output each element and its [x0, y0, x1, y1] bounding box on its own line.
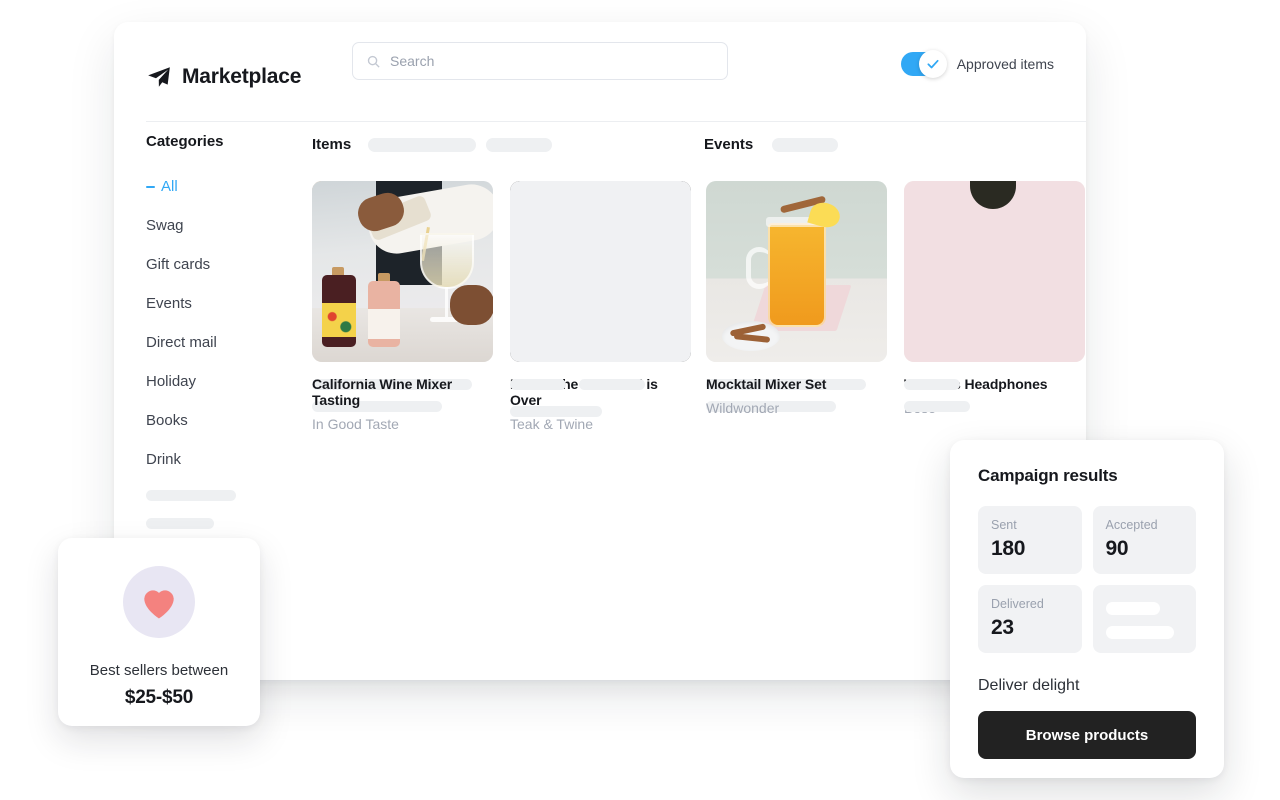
sidebar-item-label: Swag: [146, 217, 184, 234]
stat-label: Accepted: [1105, 518, 1158, 532]
events-header-placeholder: [772, 138, 838, 152]
campaign-stats-grid: Sent 180 Accepted 90 Delivered 23: [978, 506, 1196, 653]
product-subtitle-placeholder: [904, 401, 970, 412]
events-section-label: Events: [704, 136, 754, 153]
sidebar-item-all[interactable]: All: [146, 178, 314, 195]
product-card[interactable]: California Wine Mixer Tasting In Good Ta…: [312, 181, 493, 432]
wine-tasting-photo: [312, 181, 493, 362]
deliver-delight-heading: Deliver delight: [978, 677, 1080, 694]
stat-label-placeholder: [1105, 602, 1160, 615]
categories-sidebar: Categories All Swag Gift cards Events Di…: [146, 133, 314, 574]
app-header: Marketplace Search Approved items: [114, 22, 1086, 122]
product-title: Mocktail Mixer Set: [706, 376, 827, 392]
sidebar-item-swag[interactable]: Swag: [146, 217, 314, 234]
items-header-placeholder: [486, 138, 552, 152]
heart-icon-circle: [123, 566, 195, 638]
brand: Marketplace: [146, 64, 301, 90]
best-sellers-range: $25-$50: [124, 687, 194, 708]
best-sellers-label: Best sellers between: [89, 662, 229, 679]
stat-tile-delivered: Delivered 23: [978, 585, 1082, 653]
sidebar-item-label: Direct mail: [146, 334, 217, 351]
best-sellers-card[interactable]: Best sellers between $25-$50: [58, 538, 260, 726]
stat-value-placeholder: [1105, 626, 1174, 639]
product-title: California Wine Mixer Tasting: [312, 376, 453, 408]
product-subtitle: Wildwonder: [706, 400, 780, 416]
sidebar-item-label: All: [161, 178, 178, 195]
sidebar-item-gift-cards[interactable]: Gift cards: [146, 256, 314, 273]
stat-label: Sent: [991, 518, 1017, 532]
check-icon: [927, 59, 939, 69]
product-title-placeholder: [904, 379, 960, 390]
stat-value: 90: [1105, 537, 1129, 560]
stat-label: Delivered: [991, 597, 1044, 611]
content-area: Items Events the is Over Teak & Twine Wi…: [312, 133, 1086, 432]
product-thumbnail-placeholder: [510, 181, 691, 362]
sidebar-item-direct-mail[interactable]: Direct mail: [146, 334, 314, 351]
active-dash-icon: [146, 185, 155, 188]
search-icon: [367, 55, 380, 68]
product-subtitle: Teak & Twine: [510, 416, 594, 432]
screenshot-stage: Marketplace Search Approved items Catego…: [0, 0, 1280, 800]
product-subtitle-placeholder: [510, 406, 602, 417]
product-thumbnail[interactable]: [706, 181, 887, 362]
stat-value: 23: [991, 616, 1014, 639]
paper-plane-icon: [148, 67, 170, 87]
stat-tile-sent: Sent 180: [978, 506, 1082, 574]
sidebar-item-events[interactable]: Events: [146, 295, 314, 312]
product-card-placeholder[interactable]: [510, 181, 691, 417]
sidebar-item-books[interactable]: Books: [146, 412, 314, 429]
approved-items-toggle-group[interactable]: Approved items: [900, 50, 1054, 78]
approved-items-toggle[interactable]: [900, 50, 947, 78]
pink-placeholder-photo: [904, 181, 1085, 362]
campaign-results-card: Campaign results Sent 180 Accepted 90 De…: [950, 440, 1224, 778]
search-placeholder: Search: [390, 53, 435, 69]
product-subtitle: In Good Taste: [312, 416, 399, 432]
mocktail-photo: [706, 181, 887, 362]
page-title: Marketplace: [182, 65, 302, 88]
product-thumbnail[interactable]: [312, 181, 493, 362]
sidebar-placeholder: [146, 518, 214, 529]
sidebar-item-label: Books: [146, 412, 188, 429]
stat-tile-accepted: Accepted 90: [1092, 506, 1196, 574]
product-title-placeholder-2: [579, 379, 646, 390]
sidebar-item-label: Drink: [146, 451, 182, 468]
product-title-placeholder: [510, 379, 566, 390]
search-input[interactable]: Search: [352, 42, 728, 80]
stat-tile-placeholder: [1092, 585, 1196, 653]
sidebar-item-label: Gift cards: [146, 256, 211, 273]
toggle-knob: [918, 50, 947, 78]
product-thumbnail-placeholder: [904, 181, 1085, 362]
approved-items-label: Approved items: [956, 56, 1054, 72]
sidebar-item-label: Holiday: [146, 373, 197, 390]
sidebar-item-label: Events: [146, 295, 192, 312]
items-section-label: Items: [312, 136, 352, 153]
product-card-placeholder[interactable]: [904, 181, 1085, 412]
heart-icon: [144, 590, 174, 619]
section-headers: Items Events: [312, 133, 1086, 161]
browse-products-button[interactable]: Browse products: [978, 711, 1196, 759]
items-header-placeholder: [368, 138, 476, 152]
stat-value: 180: [991, 537, 1026, 560]
sidebar-placeholder: [146, 490, 236, 501]
sidebar-title: Categories: [146, 133, 224, 150]
sidebar-item-drink[interactable]: Drink: [146, 451, 314, 468]
product-card[interactable]: Mocktail Mixer Set Wildwonder: [706, 181, 887, 416]
sidebar-item-holiday[interactable]: Holiday: [146, 373, 314, 390]
campaign-results-title: Campaign results: [978, 466, 1118, 485]
